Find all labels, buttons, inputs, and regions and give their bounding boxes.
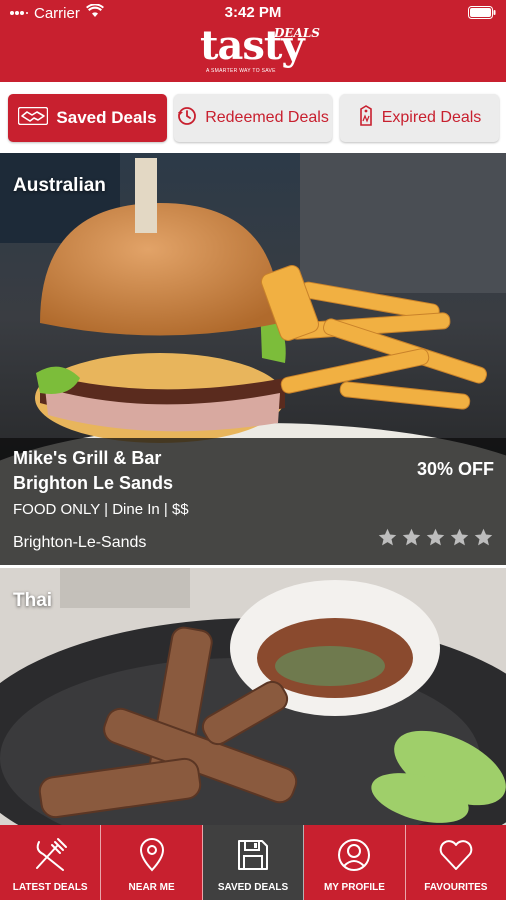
nav-near-me-label: NEAR ME xyxy=(128,882,175,893)
tab-expired-deals[interactable]: Expired Deals xyxy=(340,94,499,142)
tab-redeemed-label: Redeemed Deals xyxy=(205,109,329,126)
nav-favourites-label: FAVOURITES xyxy=(424,882,488,893)
cuisine-label: Australian xyxy=(13,175,106,196)
nav-saved-deals-label: SAVED DEALS xyxy=(217,882,289,893)
venue-suburb: Brighton-Le-Sands xyxy=(13,534,147,551)
deal-info-panel: Mike's Grill & Bar Brighton Le Sands 30%… xyxy=(0,438,506,565)
nav-near-me[interactable]: NEAR ME xyxy=(101,825,203,900)
star-icon xyxy=(474,528,493,546)
handshake-icon xyxy=(18,106,49,130)
deal-terms: FOOD ONLY | Dine In | $$ xyxy=(13,501,189,518)
logo-deals-badge: DEALS xyxy=(274,26,320,40)
tab-redeemed-deals[interactable]: Redeemed Deals xyxy=(174,94,332,142)
battery-icon xyxy=(468,6,496,23)
deal-card[interactable]: Thai xyxy=(0,568,506,825)
heart-icon xyxy=(439,840,473,870)
map-pin-icon xyxy=(139,838,164,872)
status-time: 3:42 PM xyxy=(224,4,282,21)
bottom-nav: LATEST DEALS NEAR ME SAVED DEALS MY PROF… xyxy=(0,825,506,900)
expired-tag-icon xyxy=(358,104,374,132)
history-icon xyxy=(177,106,197,131)
tab-saved-deals[interactable]: Saved Deals xyxy=(8,94,167,142)
fork-knife-icon xyxy=(36,838,68,871)
nav-my-profile[interactable]: MY PROFILE xyxy=(304,825,406,900)
tab-expired-label: Expired Deals xyxy=(381,109,482,126)
star-icon xyxy=(378,528,397,546)
star-icon xyxy=(426,528,445,546)
logo-tagline: A SMARTER WAY TO SAVE xyxy=(206,68,276,74)
nav-latest-deals[interactable]: LATEST DEALS xyxy=(0,825,102,900)
star-icon xyxy=(450,528,469,546)
rating-stars xyxy=(377,527,494,548)
tab-saved-label: Saved Deals xyxy=(56,108,157,127)
nav-saved-deals[interactable]: SAVED DEALS xyxy=(202,825,305,900)
tasty-deals-logo: tasty DEALS A SMARTER WAY TO SAVE xyxy=(200,22,320,78)
nav-favourites[interactable]: FAVOURITES xyxy=(406,825,506,900)
app-header: Carrier 3:42 PM tasty DEALS A SMARTER WA… xyxy=(0,0,506,82)
venue-name-line2: Brighton Le Sands xyxy=(13,473,174,493)
discount-badge: 30% OFF xyxy=(416,459,494,479)
cuisine-label: Thai xyxy=(13,590,53,611)
thai-dish-photo xyxy=(0,568,506,825)
floppy-disk-icon xyxy=(238,840,269,870)
deal-tabs: Saved Deals Redeemed Deals Expired Deals xyxy=(0,82,506,152)
nav-my-profile-label: MY PROFILE xyxy=(323,882,385,893)
star-icon xyxy=(402,528,421,546)
nav-latest-deals-label: LATEST DEALS xyxy=(12,882,88,893)
user-icon xyxy=(338,839,371,871)
venue-name-line1: Mike's Grill & Bar xyxy=(13,448,162,468)
venue-name: Mike's Grill & Bar Brighton Le Sands xyxy=(13,446,373,496)
deal-card[interactable]: Australian Mike's Grill & Bar Brighton L… xyxy=(0,153,506,565)
